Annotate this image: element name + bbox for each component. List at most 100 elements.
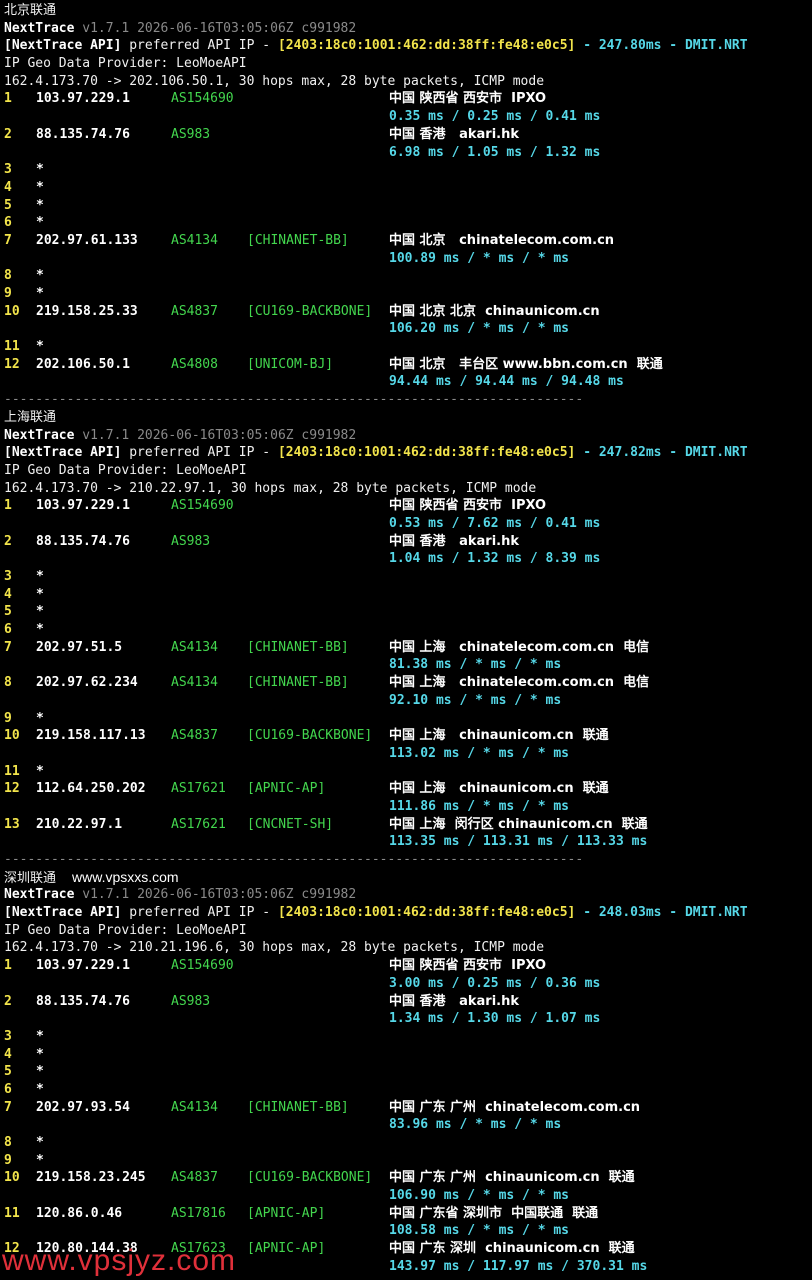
hop-number: 1 [4, 958, 12, 974]
hop-geo: 中国 香港 akari.hk [389, 993, 520, 1009]
hop-rtt-row: 113.02 ms / * ms / * ms [4, 745, 810, 763]
hop-asn: AS983 [171, 533, 211, 549]
api-latency: - 248.03ms - DMIT.NRT [575, 905, 748, 921]
hop-number: 1 [4, 91, 12, 107]
hop-row: 13 210.22.97.1 AS17621 [CNCNET-SH] 中国 上海 闵行区… [4, 816, 810, 834]
hop-network-tag: [CHINANET-BB] [247, 232, 349, 248]
hop-asn: AS154690 [171, 91, 234, 107]
hop-geo: 中国 陕西省 西安市 IPXO [389, 91, 547, 107]
hop-number: 2 [4, 126, 12, 142]
hop-geo: 中国 香港 akari.hk [389, 126, 520, 142]
hop-row: 8 202.97.62.234 AS4134 [CHINANET-BB] 中国 上海 c… [4, 674, 810, 692]
hop-asn: AS17621 [171, 816, 226, 832]
hop-row: 12 202.106.50.1 AS4808 [UNICOM-BJ] 中国 北京 丰台区… [4, 356, 810, 374]
hop-number: 11 [4, 763, 20, 779]
hop-rtt-row: 108.58 ms / * ms / * ms [4, 1222, 810, 1240]
hop-rtt: 94.44 ms / 94.44 ms / 94.48 ms [389, 374, 624, 390]
hop-rtt-row: 3.00 ms / 0.25 ms / 0.36 ms [4, 975, 810, 993]
hop-number: 2 [4, 993, 12, 1009]
version-line: NextTrace v1.7.1 2026-06-16T03:05:06Z c9… [4, 20, 810, 38]
hop-number: 8 [4, 675, 12, 691]
hop-number: 3 [4, 1028, 12, 1044]
hop-number: 1 [4, 498, 12, 514]
hop-number: 6 [4, 215, 12, 231]
api-line: [NextTrace API] preferred API IP - [2403… [4, 444, 810, 462]
hop-asn: AS17816 [171, 1205, 226, 1221]
hop-row: 11 * [4, 763, 810, 781]
hop-number: 5 [4, 197, 12, 213]
hop-rtt: 83.96 ms / * ms / * ms [389, 1117, 562, 1133]
hop-ip: * [36, 1046, 44, 1062]
hop-ip: * [36, 162, 44, 178]
hop-number: 6 [4, 622, 12, 638]
hop-asn: AS4808 [171, 356, 218, 372]
hop-rtt: 1.34 ms / 1.30 ms / 1.07 ms [389, 1011, 601, 1027]
hop-row: 6 * [4, 214, 810, 232]
hop-row: 2 88.135.74.76 AS983 中国 香港 akari.hk [4, 993, 810, 1011]
hop-rtt: 113.02 ms / * ms / * ms [389, 745, 570, 761]
hop-ip: 202.97.62.234 [36, 675, 138, 691]
hop-network-tag: [APNIC-AP] [247, 781, 326, 797]
hop-rtt: 106.90 ms / * ms / * ms [389, 1188, 570, 1204]
section-title: 北京联通 [4, 3, 57, 18]
hop-ip: * [36, 286, 44, 301]
hop-ip: * [36, 1135, 44, 1150]
hop-row: 7 202.97.61.133 AS4134 [CHINANET-BB] 中国 北京 c… [4, 232, 810, 250]
hop-ip: * [36, 339, 44, 355]
trace-command-line: 162.4.173.70 -> 202.106.50.1, 30 hops ma… [4, 73, 545, 89]
hop-ip: * [36, 763, 44, 779]
tool-name: NextTrace [4, 887, 75, 903]
hop-network-tag: [CU169-BACKBONE] [247, 1170, 373, 1186]
geo-provider-line: IP Geo Data Provider: LeoMoeAPI [4, 462, 247, 478]
hop-row: 3 * [4, 161, 810, 179]
hop-geo: 中国 北京 chinatelecom.com.cn [389, 232, 615, 248]
hop-rtt: 111.86 ms / * ms / * ms [389, 798, 570, 814]
hop-row: 10 219.158.117.13 AS4837 [CU169-BACKBONE] 中国… [4, 727, 810, 745]
hop-ip: * [36, 1152, 44, 1168]
hop-number: 10 [4, 303, 20, 319]
hop-rtt-row: 100.89 ms / * ms / * ms [4, 250, 810, 268]
hop-geo: 中国 广东 广州 chinatelecom.com.cn [389, 1099, 641, 1115]
hop-number: 10 [4, 728, 20, 744]
hop-rtt-row: 106.90 ms / * ms / * ms [4, 1187, 810, 1205]
section-title: 深圳联通 [4, 870, 57, 886]
hop-rtt: 3.00 ms / 0.25 ms / 0.36 ms [389, 975, 601, 991]
hop-ip: 202.97.93.54 [36, 1099, 130, 1115]
hop-number: 4 [4, 1046, 12, 1062]
hop-geo: 中国 广东省 深圳市 中国联通 联通 [389, 1205, 599, 1221]
hop-number: 11 [4, 1205, 20, 1221]
hop-rtt: 0.35 ms / 0.25 ms / 0.41 ms [389, 109, 601, 125]
version-line: NextTrace v1.7.1 2026-06-16T03:05:06Z c9… [4, 427, 810, 445]
hop-rtt-row: 1.04 ms / 1.32 ms / 8.39 ms [4, 550, 810, 568]
trace-command-line: 162.4.173.70 -> 210.22.97.1, 30 hops max… [4, 480, 537, 496]
hop-rtt-row: 83.96 ms / * ms / * ms [4, 1116, 810, 1134]
hop-row: 5 * [4, 1063, 810, 1081]
hop-network-tag: [UNICOM-BJ] [247, 356, 334, 372]
hop-ip: 120.86.0.46 [36, 1205, 123, 1221]
hop-row: 4 * [4, 179, 810, 197]
tool-name: NextTrace [4, 20, 75, 36]
hop-number: 13 [4, 816, 20, 832]
hop-row: 11 120.86.0.46 AS17816 [APNIC-AP] 中国 广东省 深圳市… [4, 1205, 810, 1223]
hop-ip: * [36, 604, 44, 620]
version-info: v1.7.1 2026-06-16T03:05:06Z c991982 [82, 427, 357, 443]
hop-number: 8 [4, 1135, 12, 1150]
hop-number: 10 [4, 1170, 20, 1186]
hop-ip: 202.97.61.133 [36, 232, 138, 248]
version-line: NextTrace v1.7.1 2026-06-16T03:05:06Z c9… [4, 886, 810, 904]
hop-number: 7 [4, 639, 12, 655]
hop-asn: AS4837 [171, 303, 218, 319]
hop-number: 4 [4, 586, 12, 602]
hop-number: 7 [4, 232, 12, 248]
hop-number: 3 [4, 162, 12, 178]
hop-ip: * [36, 268, 44, 284]
hop-row: 6 * [4, 1081, 810, 1099]
hop-row: 10 219.158.23.245 AS4837 [CU169-BACKBONE] 中国… [4, 1169, 810, 1187]
hop-number: 4 [4, 179, 12, 195]
api-label: [NextTrace API] [4, 38, 122, 54]
hop-row: 5 * [4, 603, 810, 621]
hop-rtt-row: 106.20 ms / * ms / * ms [4, 320, 810, 338]
api-label: [NextTrace API] [4, 445, 122, 461]
hop-row: 12 112.64.250.202 AS17621 [APNIC-AP] 中国 上海 c… [4, 780, 810, 798]
hop-rtt: 113.35 ms / 113.31 ms / 113.33 ms [389, 834, 648, 850]
